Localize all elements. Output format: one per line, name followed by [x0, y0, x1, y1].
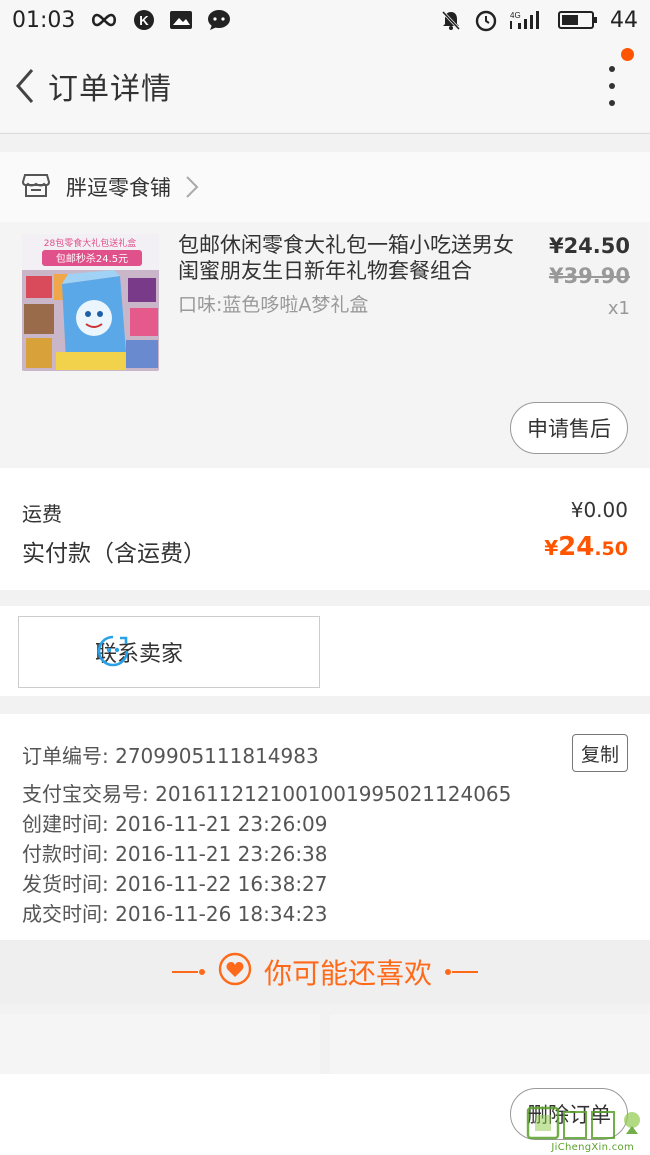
status-time: 01:03: [12, 7, 76, 33]
product-original-price: ¥39.90: [548, 264, 630, 288]
chevron-right-icon: [185, 175, 199, 199]
product-quantity: x1: [607, 298, 630, 319]
paid-amount-label: 实付款（含运费）: [22, 541, 206, 567]
paid-decimal: .50: [594, 538, 628, 560]
order-info-card: 订单编号: 2709905111814983 复制 支付宝交易号: 201611…: [0, 714, 650, 940]
battery-level: 44: [610, 7, 638, 33]
shop-name: 胖逗零食铺: [66, 176, 171, 200]
decor-line-right: [444, 967, 478, 977]
product-price: ¥24.50: [548, 234, 630, 258]
thumb-price-tag: 包邮秒杀24.5元: [56, 252, 128, 265]
more-dot-icon: [609, 66, 615, 72]
watermark-text: JiChengXin.com: [551, 1142, 634, 1153]
recommend-header: 你可能还喜欢: [0, 940, 650, 1004]
contact-seller-button[interactable]: 联系卖家: [18, 616, 320, 688]
recommend-tile[interactable]: [330, 1014, 650, 1074]
page-title: 订单详情: [48, 72, 172, 107]
paid-integer: 24: [558, 532, 595, 562]
paid-currency: ¥: [544, 536, 559, 560]
shipping-value: ¥0.00: [570, 498, 628, 522]
chat-bubble-icon: [207, 9, 231, 31]
more-menu-button[interactable]: [602, 66, 622, 106]
image-notification-icon: [169, 10, 193, 30]
mute-bell-icon: [440, 9, 462, 31]
site-watermark-logo: JiChengXin.com: [526, 1104, 644, 1155]
alipay-trade-number: 支付宝交易号: 2016112121001001995021124065: [22, 782, 512, 806]
decor-line-left: [171, 967, 206, 977]
chat-face-icon: [96, 634, 130, 672]
paid-time: 付款时间: 2016-11-21 23:26:38: [22, 842, 328, 866]
store-icon: [21, 172, 51, 202]
order-number: 订单编号: 2709905111814983: [22, 744, 319, 768]
thumb-headline: 28包零食大礼包送礼盒: [44, 237, 136, 249]
shipped-time: 发货时间: 2016-11-22 16:38:27: [22, 872, 328, 896]
apply-after-sale-button[interactable]: 申请售后: [510, 402, 628, 454]
top-nav-bar: 订单详情: [0, 40, 650, 132]
status-bar: 01:03 K 4G 44: [0, 0, 650, 40]
copy-order-number-button[interactable]: 复制: [572, 734, 628, 772]
heart-icon: [218, 952, 252, 993]
shop-link[interactable]: 胖逗零食铺: [0, 152, 650, 222]
infinity-icon: [89, 12, 119, 28]
contact-section: 联系卖家: [0, 606, 650, 696]
product-thumbnail[interactable]: 28包零食大礼包送礼盒 包邮秒杀24.5元: [22, 234, 159, 371]
k-app-icon: K: [133, 9, 155, 31]
paid-amount-value: ¥ 24 .50: [544, 532, 628, 562]
more-dot-icon: [609, 83, 615, 89]
order-item[interactable]: 28包零食大礼包送礼盒 包邮秒杀24.5元 包邮休闲零食大礼包一箱小吃送男女闺蜜…: [0, 222, 650, 468]
completed-time: 成交时间: 2016-11-26 18:34:23: [22, 902, 328, 926]
shop-order-card: 胖逗零食铺 28包零食大礼包送礼盒 包邮秒杀24.5元 包邮休闲零食大礼包一箱小…: [0, 152, 650, 468]
product-spec: 口味:蓝色哆啦A梦礼盒: [178, 294, 369, 316]
back-button[interactable]: [8, 61, 42, 111]
divider: [0, 133, 650, 134]
recommend-tile[interactable]: [0, 1014, 320, 1074]
shipping-label: 运费: [22, 502, 62, 526]
battery-icon: [558, 10, 598, 30]
recommend-title: 你可能还喜欢: [263, 957, 432, 990]
product-title[interactable]: 包邮休闲零食大礼包一箱小吃送男女闺蜜朋友生日新年礼物套餐组合: [178, 232, 518, 284]
chevron-left-icon: [16, 69, 34, 103]
network-label: 4G: [510, 11, 521, 20]
created-time: 创建时间: 2016-11-21 23:26:09: [22, 812, 328, 836]
more-dot-icon: [609, 100, 615, 106]
notification-dot: [621, 48, 634, 61]
payment-summary: 运费 ¥0.00 实付款（含运费） ¥ 24 .50: [0, 468, 650, 590]
recommend-list: [0, 1014, 650, 1074]
svg-text:K: K: [140, 13, 150, 28]
signal-icon: 4G: [510, 9, 546, 31]
alarm-icon: [474, 8, 498, 32]
